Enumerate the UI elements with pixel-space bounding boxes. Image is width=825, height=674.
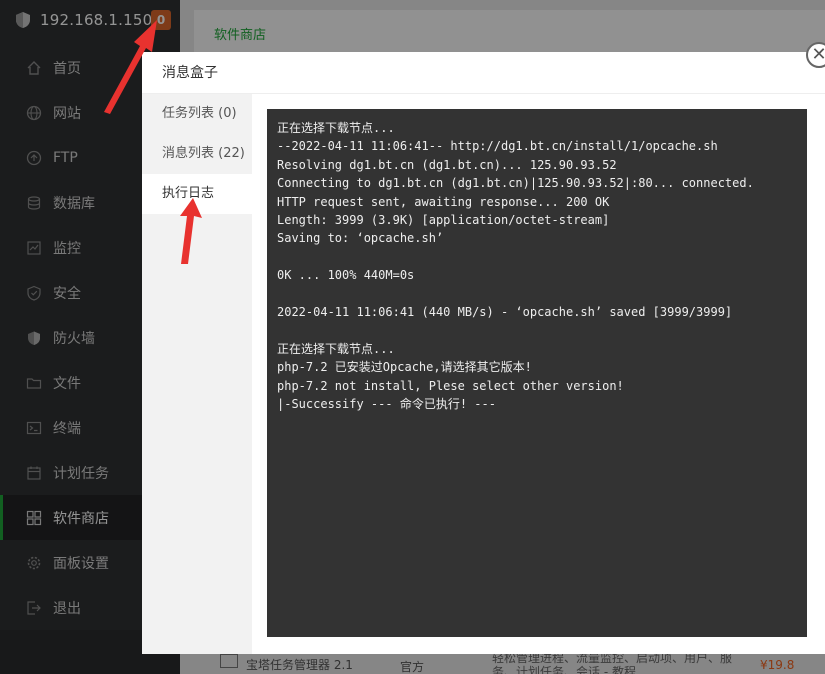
annotation-arrow — [180, 198, 202, 264]
annotation-arrow — [104, 20, 157, 114]
annotation-arrows — [104, 20, 202, 264]
